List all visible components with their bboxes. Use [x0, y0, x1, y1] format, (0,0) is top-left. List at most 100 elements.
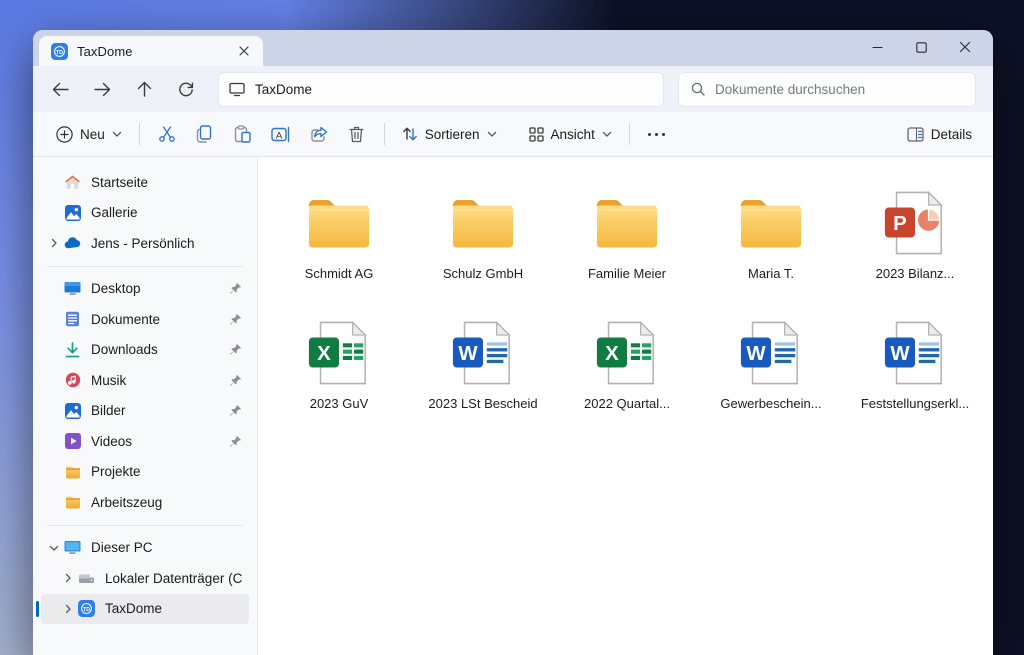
search-input[interactable] [715, 82, 963, 97]
file-list-area: Schmidt AG Schulz GmbH Familie Meier Mar… [258, 157, 993, 655]
folder-icon [451, 185, 515, 261]
copy-button[interactable] [186, 117, 224, 151]
pin-icon [227, 373, 243, 388]
desktop-background: TD TaxDome [0, 0, 1024, 655]
back-button[interactable] [39, 72, 81, 106]
svg-text:TD: TD [83, 607, 90, 613]
sort-arrows-icon [402, 126, 418, 142]
file-item-2023-guv[interactable]: 2023 GuV [267, 311, 411, 417]
address-bar[interactable]: TaxDome [219, 73, 663, 106]
navigation-bar: TaxDome [33, 66, 993, 112]
folder-item-schmidt-ag[interactable]: Schmidt AG [267, 181, 411, 287]
cut-button[interactable] [148, 117, 186, 151]
sidebar-item-lokaler-datentraeger[interactable]: Lokaler Datenträger (C:) [41, 563, 249, 594]
paste-button[interactable] [224, 117, 262, 151]
sidebar-item-taxdome[interactable]: TD TaxDome [41, 594, 249, 625]
sidebar-divider [47, 525, 243, 526]
tab-bar: TD TaxDome [33, 30, 993, 66]
toolbar-separator [139, 123, 140, 145]
folder-icon [64, 494, 81, 511]
more-options-button[interactable] [638, 117, 676, 151]
window-controls [855, 30, 987, 64]
music-icon [64, 372, 81, 389]
pictures-icon [64, 402, 81, 419]
file-item-feststellungserklaerung[interactable]: Feststellungserkl... [843, 311, 987, 417]
sidebar-item-gallerie[interactable]: Gallerie [41, 198, 249, 229]
file-explorer-window: TD TaxDome [33, 30, 993, 655]
sidebar-divider [47, 266, 243, 267]
close-window-button[interactable] [943, 30, 987, 64]
refresh-button[interactable] [165, 72, 207, 106]
sidebar-item-dieser-pc[interactable]: Dieser PC [41, 533, 249, 564]
toolbar-separator [629, 123, 630, 145]
view-button[interactable]: Ansicht [520, 117, 621, 151]
word-file-icon [880, 315, 950, 391]
sort-button[interactable]: Sortieren [393, 117, 506, 151]
forward-button[interactable] [81, 72, 123, 106]
address-location-text: TaxDome [255, 82, 312, 97]
sidebar-item-arbeitszeug[interactable]: Arbeitszeug [41, 487, 249, 518]
plus-circle-icon [56, 126, 73, 143]
details-pane-button[interactable]: Details [898, 117, 981, 151]
onedrive-cloud-icon [64, 235, 81, 252]
folder-icon [307, 185, 371, 261]
location-monitor-icon [229, 82, 245, 97]
share-button[interactable] [300, 117, 338, 151]
folder-icon [739, 185, 803, 261]
sidebar-item-jens-persoenlich[interactable]: Jens - Persönlich [41, 228, 249, 259]
sidebar-item-bilder[interactable]: Bilder [41, 396, 249, 427]
taxdome-icon: TD [51, 43, 68, 60]
pin-icon [227, 434, 243, 449]
file-item-2023-bilanz[interactable]: 2023 Bilanz... [843, 181, 987, 287]
folder-icon [64, 463, 81, 480]
minimize-button[interactable] [855, 30, 899, 64]
up-button[interactable] [123, 72, 165, 106]
sidebar-item-videos[interactable]: Videos [41, 426, 249, 457]
tab-title: TaxDome [77, 44, 233, 59]
svg-text:TD: TD [56, 49, 63, 55]
folder-item-familie-meier[interactable]: Familie Meier [555, 181, 699, 287]
navigation-sidebar: Startseite Gallerie Jens - Persönlich [33, 157, 258, 655]
file-item-2023-lst-bescheid[interactable]: 2023 LSt Bescheid [411, 311, 555, 417]
word-file-icon [448, 315, 518, 391]
sidebar-item-downloads[interactable]: Downloads [41, 335, 249, 366]
tab-close-icon[interactable] [233, 40, 255, 62]
folder-item-schulz-gmbh[interactable]: Schulz GmbH [411, 181, 555, 287]
rename-button[interactable]: A [262, 117, 300, 151]
maximize-button[interactable] [899, 30, 943, 64]
excel-file-icon [304, 315, 374, 391]
desktop-icon [64, 280, 81, 297]
search-icon [691, 82, 705, 96]
chevron-right-icon[interactable] [58, 573, 78, 583]
file-item-2022-quartal[interactable]: 2022 Quartal... [555, 311, 699, 417]
sidebar-item-projekte[interactable]: Projekte [41, 457, 249, 488]
details-button-label: Details [931, 127, 972, 142]
folder-icon [595, 185, 659, 261]
chevron-down-icon [487, 129, 497, 139]
chevron-down-icon[interactable] [44, 543, 64, 553]
file-grid: Schmidt AG Schulz GmbH Familie Meier Mar… [258, 157, 993, 417]
drive-icon [78, 570, 95, 587]
search-box[interactable] [679, 73, 975, 106]
new-button[interactable]: Neu [47, 117, 131, 151]
delete-button[interactable] [338, 117, 376, 151]
sidebar-item-musik[interactable]: Musik [41, 365, 249, 396]
pin-icon [227, 342, 243, 357]
explorer-tab-taxdome[interactable]: TD TaxDome [39, 36, 263, 66]
svg-text:A: A [276, 130, 283, 141]
details-pane-icon [907, 127, 924, 142]
folder-item-maria-t[interactable]: Maria T. [699, 181, 843, 287]
chevron-right-icon[interactable] [58, 604, 78, 614]
powerpoint-file-icon [880, 185, 950, 261]
excel-file-icon [592, 315, 662, 391]
chevron-down-icon [112, 129, 122, 139]
sidebar-item-dokumente[interactable]: Dokumente [41, 304, 249, 335]
sidebar-item-startseite[interactable]: Startseite [41, 167, 249, 198]
file-item-gewerbeschein[interactable]: Gewerbeschein... [699, 311, 843, 417]
word-file-icon [736, 315, 806, 391]
videos-icon [64, 433, 81, 450]
sidebar-item-desktop[interactable]: Desktop [41, 274, 249, 305]
command-toolbar: Neu A [33, 112, 993, 157]
chevron-right-icon[interactable] [44, 238, 64, 248]
documents-icon [64, 311, 81, 328]
